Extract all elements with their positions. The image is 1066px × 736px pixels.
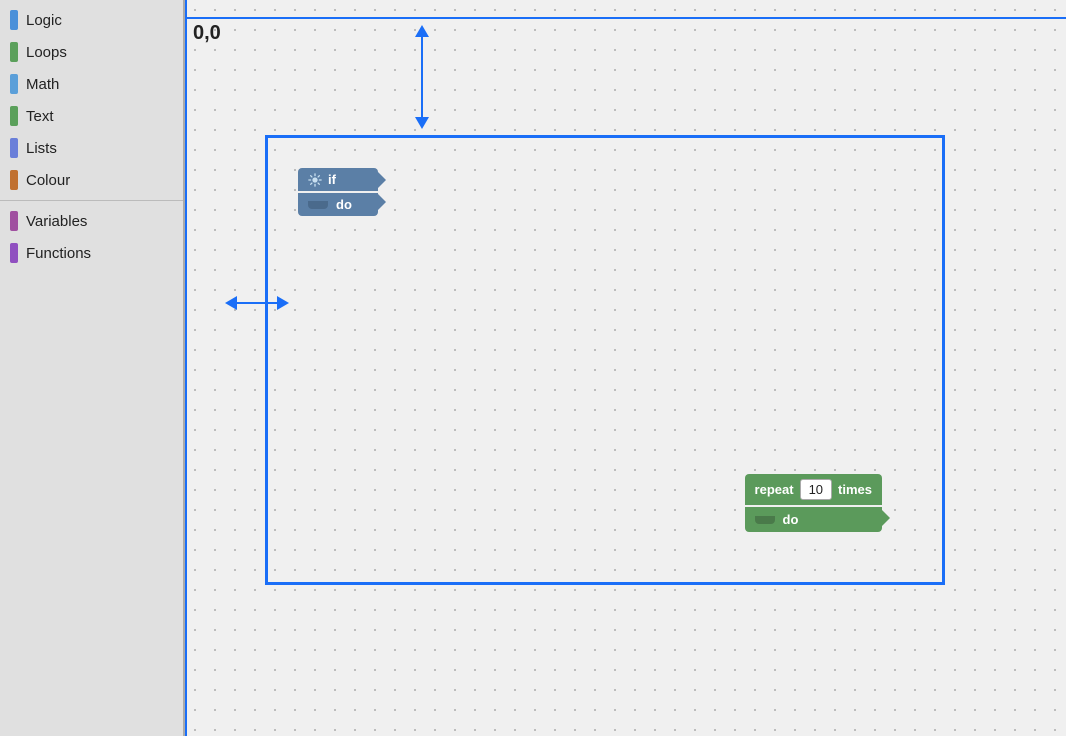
sidebar-item-colour[interactable]: Colour (0, 164, 183, 196)
repeat-number[interactable]: 10 (800, 479, 832, 500)
logic-color-bar (10, 10, 18, 30)
sidebar-item-variables[interactable]: Variables (0, 205, 183, 237)
arrow-up-icon (415, 25, 429, 37)
math-label: Math (26, 76, 59, 93)
vertical-line (185, 0, 187, 736)
if-block-bottom: do (298, 193, 378, 216)
variables-color-bar (10, 211, 18, 231)
gear-icon (308, 173, 322, 187)
workspace-rectangle: if do repeat 10 times do (265, 135, 945, 585)
sidebar-item-math[interactable]: Math (0, 68, 183, 100)
repeat-block-bottom: do (745, 507, 882, 532)
sidebar-item-loops[interactable]: Loops (0, 36, 183, 68)
repeat-block[interactable]: repeat 10 times do (745, 474, 882, 532)
do-label-repeat: do (783, 512, 799, 527)
sidebar: Logic Loops Math Text Lists Colour Variables Fu… (0, 0, 185, 736)
lists-label: Lists (26, 140, 57, 157)
arrow-v-shaft (421, 37, 423, 117)
if-notch (308, 201, 328, 209)
variables-label: Variables (26, 213, 87, 230)
vertical-arrow (415, 25, 429, 129)
colour-color-bar (10, 170, 18, 190)
arrow-left-icon (225, 296, 237, 310)
repeat-block-top: repeat 10 times (745, 474, 882, 505)
repeat-label: repeat (755, 482, 794, 497)
workspace[interactable]: 0,0 if do (185, 0, 1066, 736)
sidebar-item-logic[interactable]: Logic (0, 4, 183, 36)
sidebar-item-lists[interactable]: Lists (0, 132, 183, 164)
loops-color-bar (10, 42, 18, 62)
arrow-down-icon (415, 117, 429, 129)
lists-color-bar (10, 138, 18, 158)
logic-label: Logic (26, 12, 62, 29)
do-label-if: do (336, 197, 352, 212)
coord-label: 0,0 (193, 22, 221, 45)
loops-label: Loops (26, 44, 67, 61)
times-label: times (838, 482, 872, 497)
sidebar-item-functions[interactable]: Functions (0, 237, 183, 269)
functions-label: Functions (26, 245, 91, 262)
if-label: if (328, 172, 336, 187)
functions-color-bar (10, 243, 18, 263)
math-color-bar (10, 74, 18, 94)
sidebar-item-text[interactable]: Text (0, 100, 183, 132)
text-label: Text (26, 108, 54, 125)
text-color-bar (10, 106, 18, 126)
if-block-top: if (298, 168, 378, 191)
horizontal-line (185, 17, 1066, 19)
if-block[interactable]: if do (298, 168, 378, 216)
repeat-notch (755, 516, 775, 524)
colour-label: Colour (26, 172, 70, 189)
